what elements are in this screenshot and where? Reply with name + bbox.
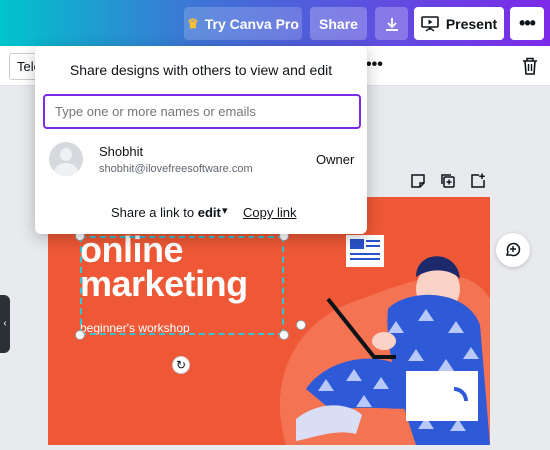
share-popover-title: Share designs with others to view and ed… (69, 62, 333, 78)
note-icon[interactable] (410, 173, 426, 189)
resize-handle[interactable] (296, 320, 306, 330)
duplicate-icon[interactable] (440, 173, 456, 189)
try-canva-pro-label: Try Canva Pro (204, 15, 299, 32)
download-button[interactable] (375, 7, 408, 40)
selection-box[interactable] (80, 236, 284, 335)
share-label: Share (319, 15, 358, 32)
download-icon (385, 17, 398, 31)
top-bar: ♛ Try Canva Pro Share Present ••• (0, 0, 550, 46)
comment-icon (505, 242, 521, 257)
user-role: Owner (316, 152, 355, 167)
chevron-down-icon[interactable]: ▾ (222, 204, 228, 217)
more-label: ••• (519, 13, 536, 33)
resize-handle[interactable] (279, 330, 289, 340)
avatar (49, 142, 83, 176)
trash-icon[interactable] (521, 56, 539, 76)
add-page-icon[interactable] (470, 173, 486, 189)
workshop-illustration[interactable] (266, 229, 490, 445)
try-canva-pro-button[interactable]: ♛ Try Canva Pro (184, 7, 302, 40)
share-names-input[interactable] (43, 94, 361, 129)
resize-handle[interactable] (75, 330, 85, 340)
present-button[interactable]: Present (414, 7, 504, 40)
share-popover: Share designs with others to view and ed… (35, 46, 367, 234)
more-options-button[interactable]: ••• (510, 7, 544, 40)
share-button[interactable]: Share (310, 7, 367, 40)
crown-icon: ♛ (187, 15, 199, 31)
present-label: Present (445, 15, 498, 32)
share-link-permission-select[interactable]: Share a link to edit (111, 205, 221, 220)
user-name: Shobhit (99, 144, 144, 159)
share-link-prefix: Share a link to (111, 205, 195, 220)
rotate-icon[interactable]: ↻ (172, 356, 190, 374)
user-email: shobhit@ilovefreesoftware.com (99, 163, 253, 175)
collapse-icon[interactable]: ‹ (0, 295, 10, 353)
comment-button[interactable] (496, 233, 530, 267)
toolbar-more-button[interactable]: ••• (366, 56, 383, 74)
page-tools (410, 173, 486, 189)
copy-link-button[interactable]: Copy link (243, 205, 296, 220)
share-link-permission: edit (197, 205, 221, 220)
present-icon (421, 15, 439, 32)
